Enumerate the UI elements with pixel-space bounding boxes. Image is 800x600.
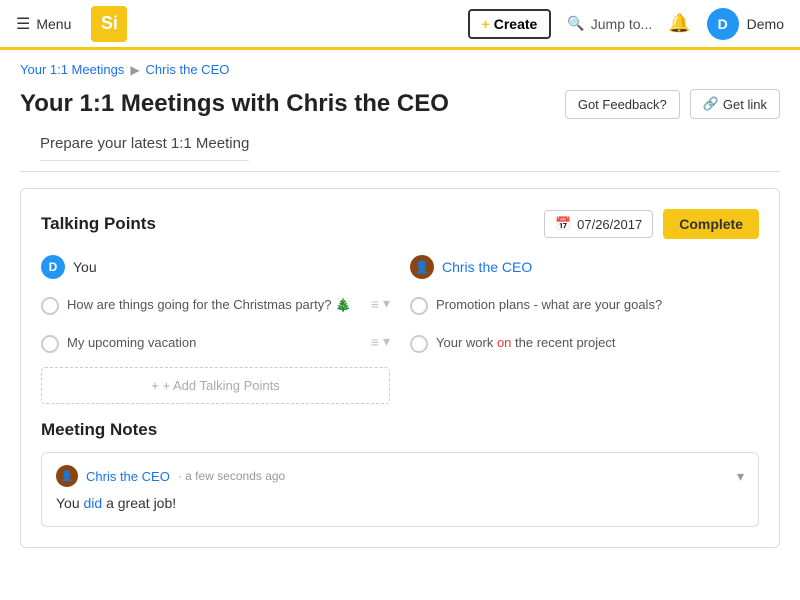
jump-label: Jump to... [591, 16, 652, 32]
item-radio[interactable] [41, 297, 59, 315]
jump-to-button[interactable]: 🔍 Jump to... [567, 15, 652, 32]
note-timestamp: · a few seconds ago [178, 469, 285, 483]
list-item: Promotion plans - what are your goals? [410, 291, 759, 319]
create-plus-icon: + [482, 16, 490, 32]
date-value: 07/26/2017 [577, 217, 642, 232]
you-label: You [73, 259, 97, 275]
talking-points-title: Talking Points [41, 214, 156, 234]
your-col-header: D You [41, 255, 390, 279]
chevron-down-icon[interactable]: ▾ [383, 295, 390, 312]
create-label: Create [494, 16, 538, 32]
note-expand-icon[interactable]: ▾ [737, 468, 744, 485]
ceo-col-header: 👤 Chris the CEO [410, 255, 759, 279]
page-actions: Got Feedback? 🔗 Get link [565, 89, 780, 119]
item-radio[interactable] [410, 297, 428, 315]
talking-points-columns: D You How are things going for the Chris… [41, 255, 759, 404]
menu-button[interactable]: ☰ Menu [16, 14, 71, 34]
item-radio[interactable] [41, 335, 59, 353]
ceo-talking-points-col: 👤 Chris the CEO Promotion plans - what a… [410, 255, 759, 404]
create-button[interactable]: + Create [468, 9, 552, 39]
add-label: + Add Talking Points [163, 378, 280, 393]
add-icon: + [151, 378, 159, 393]
search-icon: 🔍 [567, 15, 584, 32]
note-text: You did a great job! [56, 493, 744, 514]
app-logo: Si [91, 6, 127, 42]
complete-button[interactable]: Complete [663, 209, 759, 239]
notifications-bell[interactable]: 🔔 [668, 13, 690, 34]
talking-points-header: Talking Points 📅 07/26/2017 Complete [41, 209, 759, 239]
reorder-icon[interactable]: ≡ [371, 334, 379, 350]
get-link-button[interactable]: 🔗 Get link [690, 89, 780, 119]
breadcrumb-separator: ▶ [130, 63, 139, 77]
hamburger-icon: ☰ [16, 14, 30, 34]
item-text: Promotion plans - what are your goals? [436, 295, 759, 315]
item-text: How are things going for the Christmas p… [67, 295, 363, 315]
app-header: ☰ Menu Si + Create 🔍 Jump to... 🔔 D Demo [0, 0, 800, 50]
highlight-text: did [84, 495, 103, 511]
date-area: 📅 07/26/2017 Complete [544, 209, 759, 239]
item-text: Your work on the recent project [436, 333, 759, 353]
you-avatar: D [41, 255, 65, 279]
user-avatar: D [707, 8, 739, 40]
item-actions: ≡ ▾ [371, 295, 390, 312]
note-header: 👤 Chris the CEO · a few seconds ago ▾ [56, 465, 744, 487]
menu-label: Menu [36, 16, 71, 32]
meeting-note: 👤 Chris the CEO · a few seconds ago ▾ Yo… [41, 452, 759, 527]
get-link-label: Get link [723, 97, 767, 112]
username-label: Demo [747, 16, 784, 32]
chevron-down-icon[interactable]: ▾ [383, 333, 390, 350]
page-title: Your 1:1 Meetings with Chris the CEO [20, 90, 449, 118]
your-talking-points-col: D You How are things going for the Chris… [41, 255, 390, 404]
list-item: Your work on the recent project [410, 329, 759, 357]
item-actions: ≡ ▾ [371, 333, 390, 350]
main-card: Talking Points 📅 07/26/2017 Complete D Y… [20, 188, 780, 548]
list-item: My upcoming vacation ≡ ▾ [41, 329, 390, 357]
item-radio[interactable] [410, 335, 428, 353]
feedback-button[interactable]: Got Feedback? [565, 90, 680, 119]
reorder-icon[interactable]: ≡ [371, 296, 379, 312]
date-input[interactable]: 📅 07/26/2017 [544, 210, 653, 238]
link-icon: 🔗 [703, 96, 719, 112]
prepare-label: Prepare your latest 1:1 Meeting [40, 135, 249, 161]
add-talking-points-button[interactable]: + + Add Talking Points [41, 367, 390, 404]
breadcrumb-parent-link[interactable]: Your 1:1 Meetings [20, 62, 124, 77]
ceo-name: Chris the CEO [442, 259, 532, 275]
breadcrumb-current: Chris the CEO [146, 62, 230, 77]
page-title-area: Your 1:1 Meetings with Chris the CEO Got… [0, 81, 800, 135]
breadcrumb: Your 1:1 Meetings ▶ Chris the CEO [0, 50, 800, 81]
note-author: 👤 Chris the CEO · a few seconds ago [56, 465, 285, 487]
list-item: How are things going for the Christmas p… [41, 291, 390, 319]
meeting-notes-title: Meeting Notes [41, 420, 759, 440]
note-author-name: Chris the CEO [86, 469, 170, 484]
ceo-avatar: 👤 [410, 255, 434, 279]
calendar-icon: 📅 [555, 216, 571, 232]
item-text: My upcoming vacation [67, 333, 363, 353]
note-author-avatar: 👤 [56, 465, 78, 487]
